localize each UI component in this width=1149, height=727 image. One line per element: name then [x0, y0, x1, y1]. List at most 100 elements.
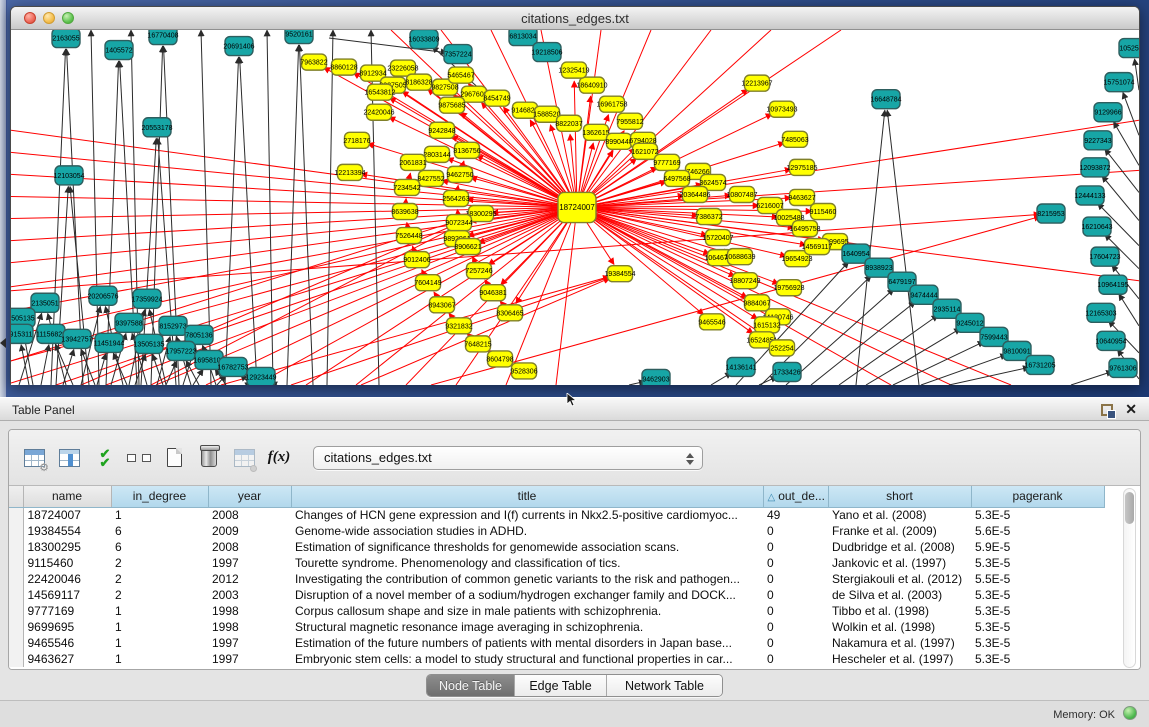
- network-node[interactable]: 16731205: [1024, 355, 1055, 374]
- network-node[interactable]: 12923449: [245, 367, 276, 385]
- table-cell[interactable]: 1: [111, 619, 208, 635]
- table-cell[interactable]: Structural magnetic resonance image aver…: [291, 619, 763, 635]
- network-node[interactable]: 13942757: [61, 329, 92, 348]
- tab-network-table[interactable]: Network Table: [607, 675, 722, 696]
- table-cell[interactable]: 2008: [208, 507, 291, 523]
- network-node[interactable]: 20553178: [141, 118, 172, 137]
- network-node[interactable]: 12103054: [53, 166, 84, 185]
- network-node[interactable]: 9227343: [1084, 131, 1112, 150]
- table-cell[interactable]: 9465546: [23, 635, 111, 651]
- tab-edge-table[interactable]: Edge Table: [515, 675, 607, 696]
- network-node[interactable]: 17359924: [131, 289, 162, 308]
- network-node[interactable]: 5465467: [447, 67, 474, 83]
- network-node[interactable]: 20691406: [223, 37, 254, 56]
- table-cell[interactable]: 5.3E-5: [971, 587, 1104, 603]
- table-row[interactable]: 946554611997Estimation of the future num…: [9, 635, 1104, 651]
- network-node[interactable]: 6497568: [663, 170, 690, 186]
- table-cell[interactable]: 2008: [208, 539, 291, 555]
- table-tabs[interactable]: Node TableEdge TableNetwork Table: [426, 674, 723, 697]
- row-options-button[interactable]: [124, 443, 154, 473]
- table-cell[interactable]: 5.6E-5: [971, 523, 1104, 539]
- network-node[interactable]: 9242848: [428, 122, 455, 138]
- network-node[interactable]: 16543812: [364, 84, 395, 100]
- network-node[interactable]: 19384554: [604, 266, 635, 282]
- network-node[interactable]: 12444133: [1074, 186, 1105, 205]
- network-node[interactable]: 8822037: [555, 115, 582, 131]
- table-cell[interactable]: Franke et al. (2009): [828, 523, 971, 539]
- table-cell[interactable]: 0: [763, 523, 828, 539]
- network-node[interactable]: 7357224: [444, 45, 472, 64]
- network-edge[interactable]: [1114, 122, 1139, 166]
- table-cell[interactable]: 2: [111, 587, 208, 603]
- table-cell[interactable]: 1998: [208, 603, 291, 619]
- network-node[interactable]: 9129966: [1094, 103, 1122, 122]
- network-node[interactable]: 16770408: [147, 30, 178, 45]
- network-node[interactable]: 16648784: [870, 90, 901, 109]
- network-node[interactable]: 14136141: [725, 357, 756, 376]
- network-node[interactable]: 1615132: [753, 317, 780, 333]
- network-node[interactable]: 9463627: [788, 189, 815, 205]
- table-cell[interactable]: 1: [111, 635, 208, 651]
- table-cell[interactable]: Hescheler et al. (1997): [828, 651, 971, 667]
- network-node[interactable]: 9528306: [510, 363, 537, 379]
- column-header-name[interactable]: name: [23, 486, 111, 507]
- table-cell[interactable]: 9463627: [23, 651, 111, 667]
- network-node[interactable]: 7234542: [393, 179, 420, 195]
- network-window-titlebar[interactable]: citations_edges.txt: [11, 7, 1139, 30]
- column-header-out_de[interactable]: △out_de...: [763, 486, 828, 507]
- table-cell[interactable]: 18724007: [23, 507, 111, 523]
- network-edge[interactable]: [91, 30, 99, 385]
- network-edge[interactable]: [206, 208, 577, 386]
- table-cell[interactable]: Wolkin et al. (1998): [828, 619, 971, 635]
- network-node[interactable]: 10973493: [766, 101, 797, 117]
- table-cell[interactable]: 19384554: [23, 523, 111, 539]
- network-node[interactable]: 12165303: [1085, 303, 1116, 322]
- network-node[interactable]: 9115460: [810, 203, 837, 219]
- table-row[interactable]: 977716911998Corpus callosum shape and si…: [9, 603, 1104, 619]
- network-node[interactable]: 9884067: [743, 295, 770, 311]
- table-cell[interactable]: 0: [763, 619, 828, 635]
- network-node[interactable]: 10640954: [1095, 331, 1126, 350]
- network-edge[interactable]: [1123, 92, 1139, 135]
- network-node[interactable]: 9397588: [115, 313, 143, 332]
- network-edge[interactable]: [1119, 294, 1139, 326]
- table-cell[interactable]: 9777169: [23, 603, 111, 619]
- network-node[interactable]: 2718176: [343, 132, 370, 148]
- show-columns-button[interactable]: [54, 443, 84, 473]
- table-cell[interactable]: Yano et al. (2008): [828, 507, 971, 523]
- network-node[interactable]: 3915311: [11, 324, 33, 343]
- network-node[interactable]: 10964195: [1097, 275, 1128, 294]
- table-cell[interactable]: Tourette syndrome. Phenomenology and cla…: [291, 555, 763, 571]
- network-node[interactable]: 13505135: [133, 334, 164, 353]
- table-cell[interactable]: 5.3E-5: [971, 603, 1104, 619]
- table-cell[interactable]: 5.3E-5: [971, 619, 1104, 635]
- network-edge[interactable]: [577, 170, 1139, 207]
- network-edge[interactable]: [287, 45, 299, 385]
- network-node[interactable]: 8906621: [454, 239, 481, 255]
- table-cell[interactable]: 2: [111, 571, 208, 587]
- network-node[interactable]: 8639638: [391, 203, 418, 219]
- table-cell[interactable]: 2012: [208, 571, 291, 587]
- network-node[interactable]: 9761306: [1109, 358, 1137, 377]
- network-node[interactable]: 2061831: [399, 154, 426, 170]
- close-panel-icon[interactable]: ✕: [1125, 401, 1137, 417]
- table-cell[interactable]: 18300295: [23, 539, 111, 555]
- network-node[interactable]: 8943067: [428, 297, 455, 313]
- network-node[interactable]: 2163055: [52, 30, 80, 48]
- network-node[interactable]: 16782753: [217, 357, 248, 376]
- network-node[interactable]: 16033809: [408, 30, 439, 49]
- network-node[interactable]: 1733426: [773, 362, 801, 381]
- table-cell[interactable]: 1997: [208, 635, 291, 651]
- tab-node-table[interactable]: Node Table: [427, 675, 515, 696]
- network-edge[interactable]: [371, 30, 379, 385]
- network-edge[interactable]: [327, 30, 333, 385]
- table-row[interactable]: 1830029562008Estimation of significance …: [9, 539, 1104, 555]
- network-edge[interactable]: [921, 355, 1007, 385]
- network-node[interactable]: 9465546: [698, 314, 725, 330]
- table-cell[interactable]: 5.3E-5: [971, 555, 1104, 571]
- network-node[interactable]: 16961758: [596, 96, 627, 112]
- table-cell[interactable]: Nakamura et al. (1997): [828, 635, 971, 651]
- network-node[interactable]: 8306465: [496, 305, 523, 321]
- table-row[interactable]: 1872400712008Changes of HCN gene express…: [9, 507, 1104, 523]
- network-node[interactable]: 19218506: [531, 43, 562, 62]
